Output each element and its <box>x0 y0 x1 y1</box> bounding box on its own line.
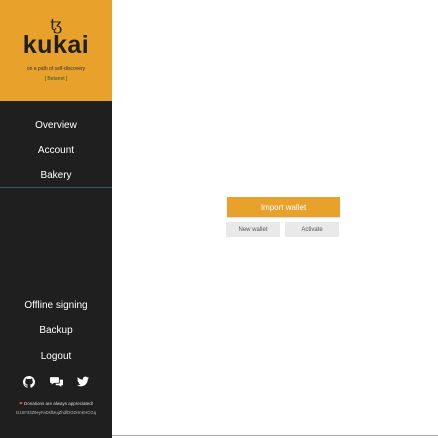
page-bottom-border <box>112 435 438 436</box>
twitter-icon[interactable] <box>76 376 90 391</box>
github-icon[interactable] <box>22 376 36 391</box>
chat-icon[interactable] <box>49 376 63 391</box>
nav-overview[interactable]: Overview <box>0 120 112 131</box>
sidebar: ꜩ kukai on a path of self-discovery [ Be… <box>0 0 112 438</box>
donation-address[interactable]: tz1SF33Z9eyFaDsfMujZhdfDGDrrnKHCGq <box>0 410 112 415</box>
brand-panel: ꜩ kukai on a path of self-discovery [ Be… <box>0 0 112 101</box>
nav-backup[interactable]: Backup <box>0 325 112 336</box>
tagline: on a path of self-discovery <box>26 66 86 72</box>
donation-note: ❤ Donations are always appreciated! tz1S… <box>0 401 112 415</box>
nav-offline-signing[interactable]: Offline signing <box>0 300 112 311</box>
app-logo[interactable]: kukai <box>0 30 112 60</box>
nav-bakery[interactable]: Bakery <box>0 170 112 181</box>
nav-account[interactable]: Account <box>0 145 112 156</box>
social-links <box>0 376 112 391</box>
donation-message: Donations are always appreciated! <box>24 401 94 406</box>
heart-icon: ❤ <box>18 401 23 406</box>
new-wallet-button[interactable]: New wallet <box>226 222 280 237</box>
nav-divider <box>0 187 112 188</box>
import-wallet-button[interactable]: Import wallet <box>227 197 340 217</box>
activate-button[interactable]: Activate <box>285 222 339 237</box>
nav-logout[interactable]: Logout <box>0 351 112 362</box>
network-badge: [ Betanet ] <box>44 76 68 82</box>
